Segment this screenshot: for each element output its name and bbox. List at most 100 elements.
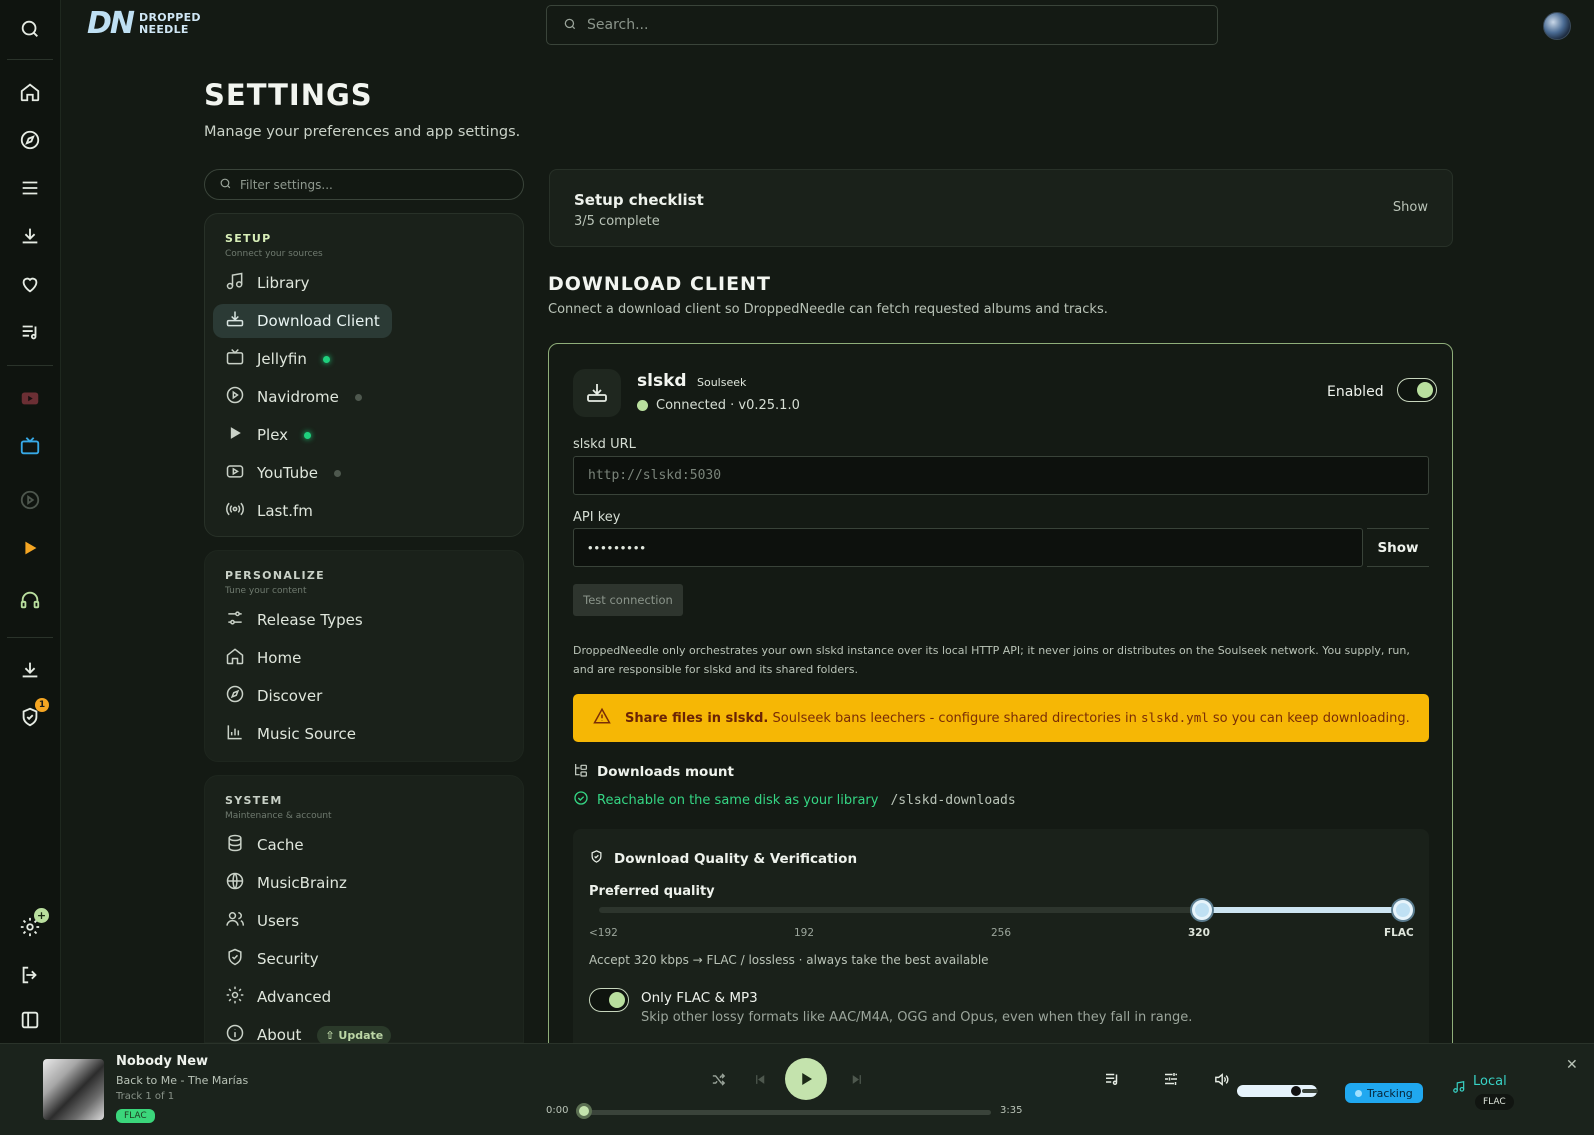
app-logo[interactable]: DN DROPPED NEEDLE [87, 9, 201, 39]
nav-item-library[interactable]: Library [213, 266, 321, 300]
client-status: Connected · v0.25.1.0 [637, 398, 800, 413]
checklist-title: Setup checklist [574, 191, 704, 209]
download-tray-icon [573, 369, 621, 417]
menu-icon[interactable] [10, 168, 50, 208]
quality-accept-text: Accept 320 kbps → FLAC / lossless · alwa… [589, 953, 989, 967]
status-dot-disconnected [334, 469, 341, 477]
shuffle-icon[interactable] [704, 1065, 732, 1093]
nav-item-label: MusicBrainz [257, 874, 347, 892]
folder-tree-icon [573, 762, 589, 782]
volume-icon[interactable] [1207, 1065, 1235, 1093]
home-icon[interactable] [10, 72, 50, 112]
sidebar-icon[interactable] [10, 1000, 50, 1040]
progress-handle[interactable] [576, 1103, 592, 1119]
nav-item-label: Last.fm [257, 502, 313, 520]
nav-item-label: YouTube [257, 464, 318, 482]
compass-icon[interactable] [10, 120, 50, 160]
tracking-label: Tracking [1367, 1086, 1413, 1100]
nav-item-cache[interactable]: Cache [213, 828, 316, 862]
next-icon[interactable] [842, 1065, 870, 1093]
only-flac-toggle[interactable] [589, 988, 629, 1012]
nav-item-youtube[interactable]: YouTube [213, 456, 353, 490]
nav-item-jellyfin[interactable]: Jellyfin [213, 342, 342, 376]
mount-path: /slskd-downloads [890, 792, 1016, 808]
nav-item-release-types[interactable]: Release Types [213, 603, 375, 637]
nav-group-title: SETUP [225, 232, 272, 245]
album-cover[interactable] [43, 1059, 104, 1120]
youtube-icon[interactable] [10, 378, 50, 418]
filter-input[interactable] [240, 177, 510, 192]
playlist-icon[interactable] [10, 312, 50, 352]
search-input[interactable] [587, 17, 1187, 33]
status-dot-disconnected [354, 393, 362, 401]
heart-icon[interactable] [10, 264, 50, 304]
nav-item-navidrome[interactable]: Navidrome [213, 380, 374, 414]
tracking-badge[interactable]: Tracking [1345, 1083, 1423, 1103]
nav-item-plex[interactable]: Plex [213, 418, 323, 452]
track-artist[interactable]: Back to Me - The Marías [116, 1074, 248, 1087]
close-icon[interactable]: ✕ [1566, 1057, 1578, 1073]
nav-group-subtitle: Maintenance & account [225, 811, 332, 821]
global-search[interactable] [546, 5, 1218, 45]
source-label[interactable]: Local [1473, 1074, 1507, 1089]
play-button[interactable] [785, 1058, 827, 1100]
quality-tick: 256 [991, 927, 1012, 939]
tv-icon[interactable] [10, 426, 50, 466]
enabled-toggle[interactable] [1397, 378, 1437, 402]
checklist-show-button[interactable]: Show [1393, 200, 1428, 215]
nav-item-security[interactable]: Security [213, 942, 331, 976]
url-field[interactable] [573, 456, 1429, 495]
play-icon[interactable] [10, 528, 50, 568]
gear-icon[interactable]: + [10, 907, 50, 947]
slskd-client-card: slskd Soulseek Connected · v0.25.1.0 Ena… [548, 343, 1453, 1069]
progress-bar[interactable] [583, 1110, 991, 1115]
nav-group-setup: SETUP Connect your sources Library Downl… [204, 213, 524, 537]
shield-check-icon[interactable]: 1 [10, 697, 50, 737]
api-key-label: API key [573, 510, 621, 525]
nav-item-download-client[interactable]: Download Client [213, 304, 392, 338]
quality-tick: 192 [794, 927, 815, 939]
api-key-show-button[interactable]: Show [1367, 528, 1429, 567]
nav-item-discover[interactable]: Discover [213, 679, 334, 713]
queue-icon[interactable] [1098, 1065, 1126, 1093]
play-circle-icon[interactable] [10, 480, 50, 520]
update-badge[interactable]: ⇧ Update [317, 1025, 392, 1045]
play-circle-icon [225, 385, 245, 409]
nav-item-label: Library [257, 274, 310, 292]
headphones-icon[interactable] [10, 580, 50, 620]
filter-settings[interactable] [204, 169, 524, 200]
page-title: SETTINGS [204, 78, 373, 112]
logout-icon[interactable] [10, 955, 50, 995]
nav-item-lastfm[interactable]: Last.fm [213, 494, 325, 528]
api-key-input[interactable] [588, 540, 1362, 555]
api-key-field[interactable] [573, 528, 1363, 567]
previous-icon[interactable] [746, 1065, 774, 1093]
track-position: Track 1 of 1 [116, 1091, 175, 1102]
url-input[interactable] [588, 468, 1428, 483]
avatar[interactable] [1543, 12, 1571, 40]
nav-item-advanced[interactable]: Advanced [213, 980, 343, 1014]
notification-badge: 1 [35, 698, 49, 712]
nav-item-users[interactable]: Users [213, 904, 311, 938]
users-icon [225, 909, 245, 933]
quality-slider-low-handle[interactable] [1192, 900, 1212, 920]
quality-slider-high-handle[interactable] [1393, 900, 1413, 920]
equalizer-icon[interactable] [1157, 1065, 1185, 1093]
rail-divider [7, 637, 53, 638]
nav-item-music-source[interactable]: Music Source [213, 717, 368, 751]
search-icon[interactable] [10, 9, 50, 49]
warning-icon [593, 707, 611, 729]
rail-divider [7, 59, 53, 60]
warning-text-after: so you can keep downloading. [1208, 711, 1410, 726]
database-icon [225, 833, 245, 857]
track-title[interactable]: Nobody New [116, 1054, 208, 1069]
quality-slider-track[interactable] [599, 907, 1403, 913]
nav-item-label: Discover [257, 687, 323, 705]
test-connection-button[interactable]: Test connection [573, 584, 683, 616]
nav-item-musicbrainz[interactable]: MusicBrainz [213, 866, 359, 900]
logo-mark: DN [87, 6, 135, 41]
download-icon[interactable] [10, 216, 50, 256]
download-icon[interactable] [10, 650, 50, 690]
share-files-warning: Share files in slskd. Soulseek bans leec… [573, 694, 1429, 742]
nav-item-home[interactable]: Home [213, 641, 313, 675]
